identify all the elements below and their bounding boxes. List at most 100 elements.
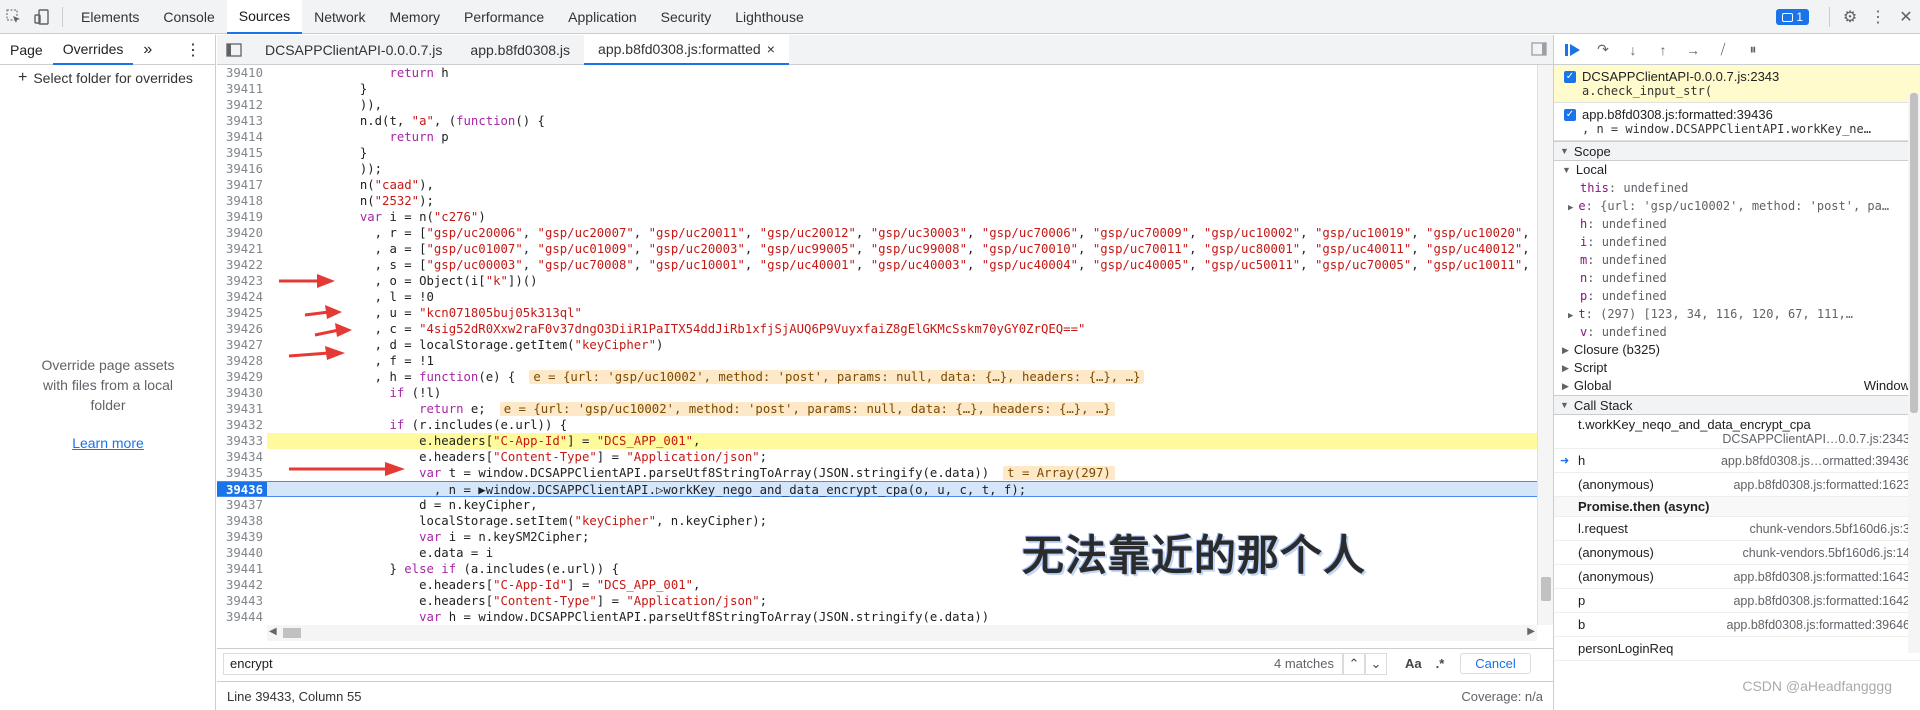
- tab-overrides[interactable]: Overrides: [52, 35, 134, 65]
- line-number[interactable]: 39435: [217, 465, 267, 481]
- scope-group[interactable]: ▶ Closure (b325): [1554, 341, 1920, 359]
- scope-variable[interactable]: p: undefined: [1554, 287, 1920, 305]
- callstack-frame[interactable]: (anonymous) app.b8fd0308.js:formatted:162…: [1554, 473, 1920, 497]
- callstack-header[interactable]: ▼ Call Stack: [1554, 395, 1920, 415]
- line-number[interactable]: 39439: [217, 529, 267, 545]
- scope-variable[interactable]: ▶ t: (297) [123, 34, 116, 120, 67, 111,…: [1554, 305, 1920, 323]
- tab-lighthouse[interactable]: Lighthouse: [723, 0, 816, 34]
- code-line[interactable]: 39426 , c = "4sig52dR0Xxw2raF0v37dngO3Di…: [217, 321, 1537, 337]
- line-number[interactable]: 39430: [217, 385, 267, 401]
- code-line[interactable]: 39419 var i = n("c276"): [217, 209, 1537, 225]
- code-line[interactable]: 39425 , u = "kcn071805buj05k313ql": [217, 305, 1537, 321]
- gear-icon[interactable]: ⚙: [1836, 0, 1864, 34]
- callstack-frame[interactable]: Promise.then (async): [1554, 497, 1920, 517]
- sidebar-scrollbar[interactable]: [1908, 93, 1920, 653]
- line-number[interactable]: 39412: [217, 97, 267, 113]
- breakpoint-item[interactable]: ✓ app.b8fd0308.js:formatted:39436, n = wi…: [1554, 103, 1920, 141]
- step-into-icon[interactable]: ↓: [1620, 37, 1646, 63]
- match-case-button[interactable]: Aa: [1405, 656, 1422, 671]
- code-line[interactable]: 39421 , a = ["gsp/uc01007", "gsp/uc01009…: [217, 241, 1537, 257]
- line-number[interactable]: 39411: [217, 81, 267, 97]
- callstack-frame[interactable]: personLoginReq: [1554, 637, 1920, 661]
- search-input[interactable]: encrypt 4 matches: [223, 652, 1343, 675]
- line-number[interactable]: 39413: [217, 113, 267, 129]
- line-number[interactable]: 39434: [217, 449, 267, 465]
- navigator-menu-icon[interactable]: ⋮: [185, 40, 215, 60]
- editor-tab[interactable]: DCSAPPClientAPI-0.0.0.7.js: [251, 35, 456, 65]
- code-line[interactable]: 39420 , r = ["gsp/uc20006", "gsp/uc20007…: [217, 225, 1537, 241]
- next-match-button[interactable]: ⌄: [1365, 652, 1387, 675]
- code-line[interactable]: 39435 var t = window.DCSAPPClientAPI.par…: [217, 465, 1537, 481]
- code-line[interactable]: 39410 return h: [217, 65, 1537, 81]
- horizontal-scrollbar[interactable]: ◀ ▶: [267, 625, 1537, 641]
- scroll-left-icon[interactable]: ◀: [269, 626, 277, 637]
- line-number[interactable]: 39421: [217, 241, 267, 257]
- line-number[interactable]: 39432: [217, 417, 267, 433]
- checkbox-checked-icon[interactable]: ✓: [1564, 71, 1576, 83]
- code-line[interactable]: 39424 , l = !0: [217, 289, 1537, 305]
- toggle-debugger-icon[interactable]: [1531, 42, 1547, 59]
- line-number[interactable]: 39410: [217, 65, 267, 81]
- callstack-frame[interactable]: (anonymous) app.b8fd0308.js:formatted:164…: [1554, 565, 1920, 589]
- regex-button[interactable]: .*: [1436, 656, 1445, 671]
- close-tab-icon[interactable]: ×: [767, 41, 775, 57]
- tab-console[interactable]: Console: [151, 0, 226, 34]
- line-number[interactable]: 39440: [217, 545, 267, 561]
- line-number[interactable]: 39417: [217, 177, 267, 193]
- line-number[interactable]: 39418: [217, 193, 267, 209]
- learn-more-link[interactable]: Learn more: [0, 435, 216, 451]
- editor-tab[interactable]: app.b8fd0308.js:formatted ×: [584, 34, 789, 65]
- code-line[interactable]: 39412 )),: [217, 97, 1537, 113]
- code-line[interactable]: 39434 e.headers["Content-Type"] = "Appli…: [217, 449, 1537, 465]
- line-number[interactable]: 39429: [217, 369, 267, 385]
- deactivate-breakpoints-icon[interactable]: ⧸: [1710, 37, 1736, 63]
- line-number[interactable]: 39436: [217, 482, 267, 497]
- step-over-icon[interactable]: ↷: [1590, 37, 1616, 63]
- scrollbar-thumb[interactable]: [1541, 577, 1551, 601]
- line-number[interactable]: 39444: [217, 609, 267, 625]
- more-tabs-button[interactable]: »: [133, 35, 162, 65]
- issues-badge[interactable]: 1: [1776, 9, 1809, 25]
- code-line[interactable]: 39411 }: [217, 81, 1537, 97]
- scope-variable[interactable]: n: undefined: [1554, 269, 1920, 287]
- line-number[interactable]: 39425: [217, 305, 267, 321]
- tab-page[interactable]: Page: [0, 35, 53, 65]
- more-menu-icon[interactable]: ⋮: [1864, 0, 1892, 34]
- line-number[interactable]: 39442: [217, 577, 267, 593]
- scope-variable[interactable]: ▶ e: {url: 'gsp/uc10002', method: 'post',…: [1554, 197, 1920, 215]
- code-line[interactable]: 39437 d = n.keyCipher,: [217, 497, 1537, 513]
- scope-variable[interactable]: this: undefined: [1554, 179, 1920, 197]
- line-number[interactable]: 39438: [217, 513, 267, 529]
- cancel-button[interactable]: Cancel: [1460, 653, 1531, 674]
- tab-security[interactable]: Security: [649, 0, 724, 34]
- tab-performance[interactable]: Performance: [452, 0, 556, 34]
- vertical-scrollbar[interactable]: [1537, 65, 1553, 625]
- code-line[interactable]: 39417 n("caad"),: [217, 177, 1537, 193]
- line-number[interactable]: 39431: [217, 401, 267, 417]
- tab-sources[interactable]: Sources: [226, 0, 303, 34]
- scope-variable[interactable]: h: undefined: [1554, 215, 1920, 233]
- line-number[interactable]: 39437: [217, 497, 267, 513]
- code-line[interactable]: 39414 return p: [217, 129, 1537, 145]
- callstack-frame[interactable]: p app.b8fd0308.js:formatted:1642: [1554, 589, 1920, 613]
- line-number[interactable]: 39441: [217, 561, 267, 577]
- previous-match-button[interactable]: ⌃: [1343, 652, 1365, 675]
- editor-tab[interactable]: app.b8fd0308.js: [456, 35, 584, 65]
- tab-memory[interactable]: Memory: [377, 0, 452, 34]
- tab-network[interactable]: Network: [302, 0, 377, 34]
- line-number[interactable]: 39424: [217, 289, 267, 305]
- scope-variable[interactable]: m: undefined: [1554, 251, 1920, 269]
- pause-on-exceptions-icon[interactable]: ⏸: [1740, 37, 1766, 63]
- code-line[interactable]: 39430 if (!l): [217, 385, 1537, 401]
- line-number[interactable]: 39414: [217, 129, 267, 145]
- line-number[interactable]: 39420: [217, 225, 267, 241]
- callstack-frame[interactable]: b app.b8fd0308.js:formatted:39646: [1554, 613, 1920, 637]
- device-toolbar-icon[interactable]: [28, 0, 56, 34]
- code-line[interactable]: 39416 ));: [217, 161, 1537, 177]
- local-scope-header[interactable]: ▼ Local: [1554, 161, 1920, 179]
- scrollbar-thumb[interactable]: [283, 628, 301, 638]
- callstack-frame[interactable]: (anonymous) chunk-vendors.5bf160d6.js:14: [1554, 541, 1920, 565]
- code-line[interactable]: 39413 n.d(t, "a", (function() {: [217, 113, 1537, 129]
- callstack-frame[interactable]: t.workKey_neqo_and_data_encrypt_cpa DCSAP…: [1554, 415, 1920, 449]
- code-line[interactable]: 39432 if (r.includes(e.url)) {: [217, 417, 1537, 433]
